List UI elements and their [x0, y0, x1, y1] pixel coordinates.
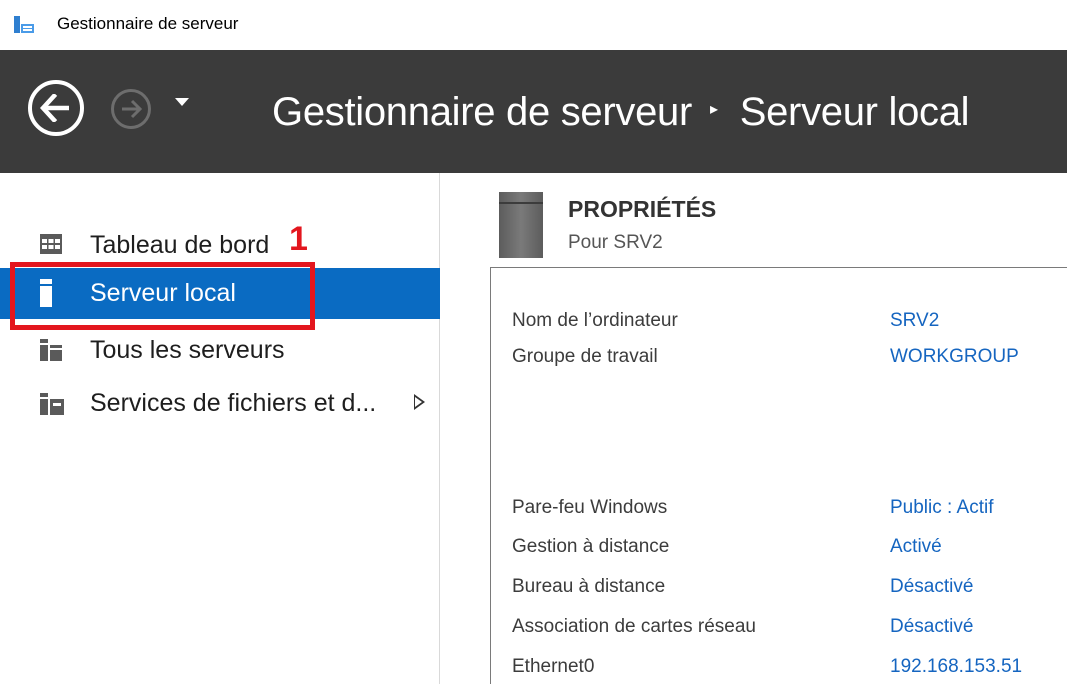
breadcrumb: Gestionnaire de serveur ▸ Serveur local	[272, 90, 970, 135]
breadcrumb-current: Serveur local	[739, 90, 970, 134]
navigation-sidebar: Tableau de bord Serveur local Tous les s…	[0, 173, 440, 684]
history-dropdown-icon[interactable]	[175, 98, 189, 106]
expand-arrow-icon[interactable]	[414, 394, 425, 410]
window-title: Gestionnaire de serveur	[57, 14, 239, 33]
file-services-icon	[40, 393, 64, 415]
property-key: Nom de l’ordinateur	[512, 310, 678, 331]
property-key: Groupe de travail	[512, 346, 658, 367]
property-key: Bureau à distance	[512, 576, 666, 597]
workgroup-link[interactable]: WORKGROUP	[890, 346, 1019, 368]
back-button[interactable]	[28, 80, 84, 136]
properties-title: PROPRIÉTÉS	[568, 196, 717, 222]
property-key: Association de cartes réseau	[512, 616, 756, 637]
annotation-number-1: 1	[289, 220, 308, 258]
window-titlebar: Gestionnaire de serveur	[0, 0, 1067, 50]
sidebar-item-label: Services de fichiers et d...	[90, 389, 377, 417]
server-tile-icon	[499, 192, 543, 258]
back-arrow-icon	[40, 94, 69, 122]
all-servers-icon	[40, 339, 62, 361]
ethernet-address-link[interactable]: 192.168.153.51	[890, 656, 1022, 678]
firewall-link[interactable]: Public : Actif	[890, 497, 994, 519]
property-key: Gestion à distance	[512, 536, 670, 557]
sidebar-item-all-servers[interactable]: Tous les serveurs	[0, 325, 440, 376]
properties-subtitle: Pour SRV2	[568, 232, 663, 253]
forward-arrow-icon	[122, 99, 142, 119]
sidebar-item-label: Tableau de bord	[90, 231, 270, 259]
remote-management-link[interactable]: Activé	[890, 536, 942, 558]
property-key: Ethernet0	[512, 656, 595, 677]
forward-button[interactable]	[111, 89, 151, 129]
dashboard-grid-icon	[40, 234, 62, 254]
sidebar-item-label: Tous les serveurs	[90, 336, 285, 364]
nic-teaming-link[interactable]: Désactivé	[890, 616, 973, 638]
computer-name-link[interactable]: SRV2	[890, 310, 939, 332]
breadcrumb-root[interactable]: Gestionnaire de serveur	[272, 90, 692, 134]
remote-desktop-link[interactable]: Désactivé	[890, 576, 973, 598]
sidebar-item-file-services[interactable]: Services de fichiers et d...	[0, 378, 440, 429]
server-manager-icon	[14, 16, 34, 33]
breadcrumb-separator-icon: ▸	[710, 101, 718, 119]
annotation-box-1	[10, 262, 315, 330]
property-key: Pare-feu Windows	[512, 497, 668, 518]
